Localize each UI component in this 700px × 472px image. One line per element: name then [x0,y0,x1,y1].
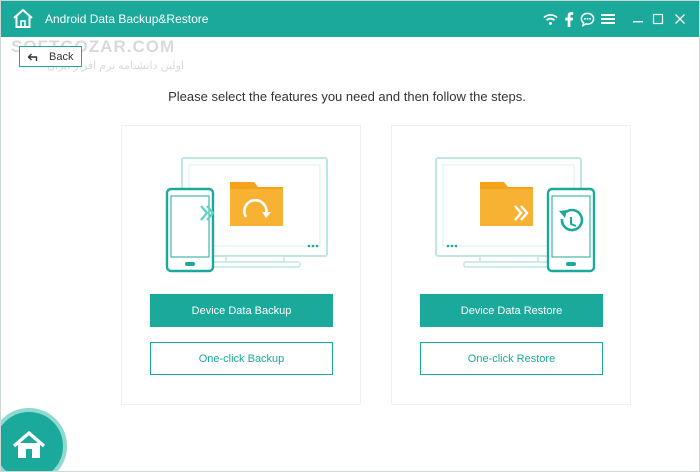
phone-icon [546,187,596,273]
minimize-icon[interactable] [629,10,647,28]
backup-illustration [165,157,328,273]
back-button-label: Back [49,50,74,63]
close-icon[interactable] [671,10,689,28]
device-data-restore-button[interactable]: Device Data Restore [420,294,603,327]
restore-illustration [435,157,596,273]
folder-icon [230,182,283,226]
restore-card: Device Data Restore One-click Restore [391,125,631,405]
back-button[interactable]: Back [19,46,82,67]
app-window: Android Data Backup&Restore SOFTGOZAR.CO… [0,0,700,472]
home-corner-button[interactable] [1,406,71,472]
app-title: Android Data Backup&Restore [45,12,209,26]
facebook-icon[interactable] [560,10,578,28]
one-click-restore-button[interactable]: One-click Restore [420,342,603,375]
title-bar: Android Data Backup&Restore [1,1,699,37]
wifi-icon[interactable] [541,10,559,28]
instruction-text: Please select the features you need and … [168,89,526,104]
phone-icon [165,187,215,273]
one-click-backup-button[interactable]: One-click Backup [150,342,333,375]
menu-icon[interactable] [599,10,617,28]
back-arrow-icon [27,53,38,61]
chat-icon[interactable] [578,10,596,28]
folder-icon [480,182,533,226]
maximize-icon[interactable] [649,10,667,28]
backup-card: Device Data Backup One-click Backup [121,125,361,405]
home-icon[interactable] [11,7,35,31]
device-data-backup-button[interactable]: Device Data Backup [150,294,333,327]
